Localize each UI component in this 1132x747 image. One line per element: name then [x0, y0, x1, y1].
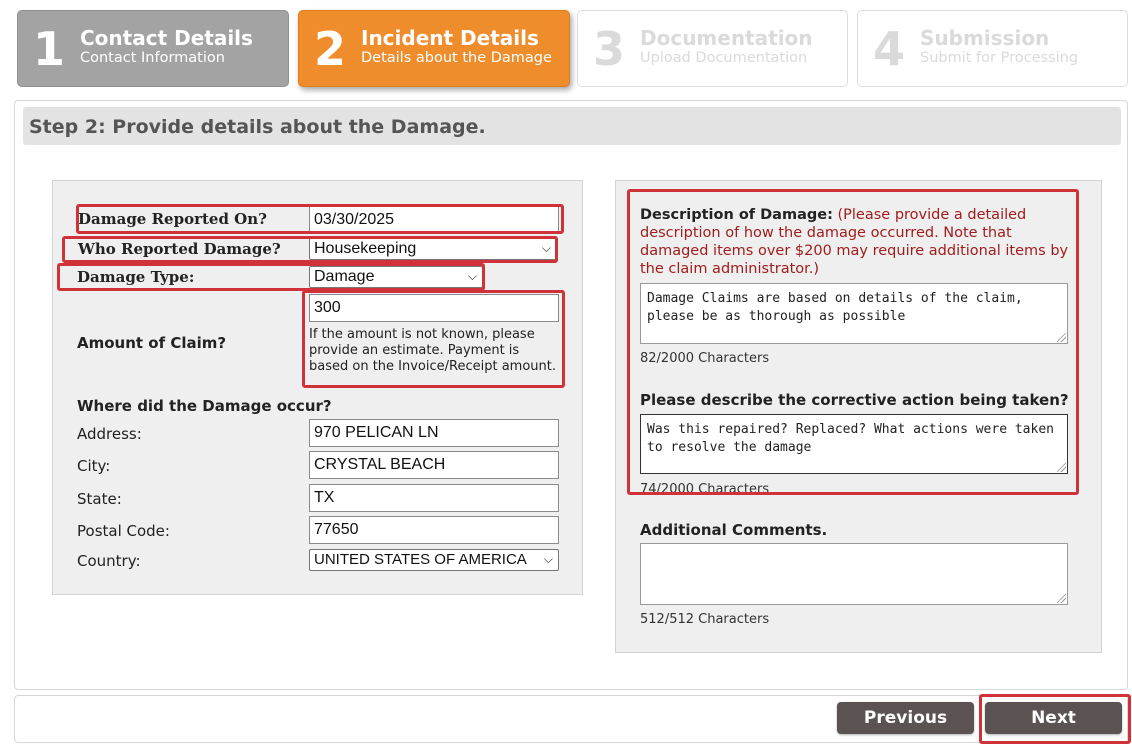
step-subtitle: Submit for Processing [920, 49, 1079, 66]
address-label: Address: [77, 425, 142, 443]
page-title: Step 2: Provide details about the Damage… [23, 107, 1121, 145]
state-label: State: [77, 490, 122, 508]
step-subtitle: Upload Documentation [640, 49, 808, 66]
step-number: 4 [872, 21, 905, 76]
postal-code-input[interactable]: 77650 [309, 516, 559, 544]
previous-button[interactable]: Previous [837, 702, 974, 734]
step-title: Contact Details [80, 25, 253, 50]
step-number: 1 [32, 21, 65, 76]
wizard-step-incident-details[interactable]: 2 Incident Details Details about the Dam… [298, 10, 570, 87]
highlight-amount [302, 290, 565, 388]
highlight-reported-on [76, 204, 564, 234]
city-label: City: [77, 457, 111, 475]
highlight-next-button [979, 694, 1131, 744]
city-input[interactable]: CRYSTAL BEACH [309, 451, 559, 479]
step-subtitle: Details about the Damage [361, 49, 552, 66]
country-label: Country: [77, 552, 141, 570]
step-number: 2 [313, 21, 346, 76]
wizard-step-submission: 4 Submission Submit for Processing [857, 10, 1128, 87]
highlight-description [627, 189, 1079, 495]
address-input[interactable]: 970 PELICAN LN [309, 419, 559, 447]
chevron-down-icon: ⌵ [543, 552, 553, 566]
additional-comments-textarea[interactable] [640, 543, 1068, 605]
wizard-step-contact-details[interactable]: 1 Contact Details Contact Information [17, 10, 289, 87]
state-input[interactable]: TX [309, 484, 559, 512]
step-number: 3 [592, 21, 625, 76]
step-title: Incident Details [361, 25, 539, 50]
additional-comments-label: Additional Comments. [640, 521, 828, 539]
step-title: Submission [920, 25, 1050, 50]
highlight-who-reported [62, 236, 558, 263]
resize-handle-icon[interactable] [1057, 594, 1066, 603]
country-select[interactable]: UNITED STATES OF AMERICA ⌵ [309, 549, 559, 571]
wizard-step-documentation: 3 Documentation Upload Documentation [577, 10, 848, 87]
postal-code-label: Postal Code: [77, 522, 170, 540]
additional-comments-char-count: 512/512 Characters [640, 612, 770, 627]
amount-of-claim-label: Amount of Claim? [77, 334, 227, 352]
step-title: Documentation [640, 25, 813, 50]
country-value: UNITED STATES OF AMERICA [314, 551, 527, 568]
step-subtitle: Contact Information [80, 49, 225, 66]
damage-location-heading: Where did the Damage occur? [77, 397, 332, 415]
highlight-damage-type [57, 263, 485, 291]
